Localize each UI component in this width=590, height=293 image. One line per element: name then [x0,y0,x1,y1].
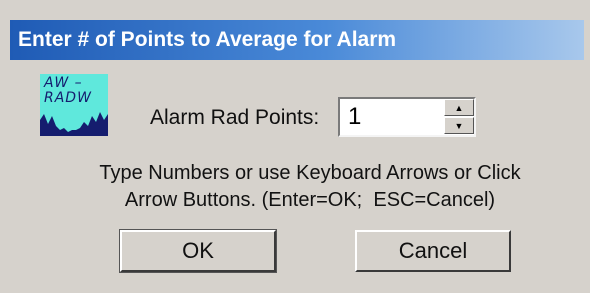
radw-app-icon: AW – RADW [40,74,108,136]
spin-down-button[interactable]: ▼ [444,117,474,134]
waveform-icon [40,112,108,136]
app-icon-text: AW – RADW [44,76,92,106]
cancel-button-label: Cancel [398,238,468,263]
help-text: Type Numbers or use Keyboard Arrows or C… [60,160,560,214]
app-icon-text-line1: AW – [44,75,83,91]
help-text-line2: Arrow Buttons. (Enter=OK; ESC=Cancel) [124,189,496,211]
help-text-line1: Type Numbers or use Keyboard Arrows or C… [99,162,521,184]
dialog-title: Enter # of Points to Average for Alarm [18,28,397,51]
alarm-rad-points-spinbox[interactable]: ▲ ▼ [338,97,476,137]
ok-button-label: OK [182,238,214,263]
alarm-points-dialog: Enter # of Points to Average for Alarm A… [0,0,590,293]
spin-up-button[interactable]: ▲ [444,99,474,116]
app-icon-text-line2: RADW [44,90,92,106]
alarm-rad-points-label: Alarm Rad Points: [150,106,320,129]
arrow-up-icon: ▲ [454,102,464,113]
cancel-button[interactable]: Cancel [355,230,511,272]
ok-button[interactable]: OK [119,229,277,273]
alarm-rad-points-input[interactable] [344,102,442,132]
arrow-down-icon: ▼ [454,120,464,131]
dialog-title-bar[interactable]: Enter # of Points to Average for Alarm [10,20,584,60]
